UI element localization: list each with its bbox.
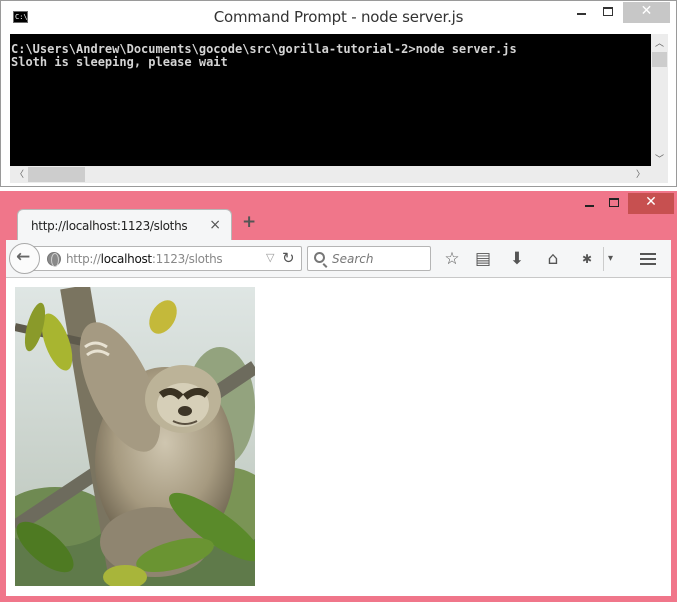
tab-close-icon[interactable]: ×: [209, 217, 221, 233]
minimize-button[interactable]: [579, 193, 601, 214]
url-prefix: http://: [66, 252, 101, 266]
menu-button[interactable]: [636, 247, 660, 271]
scroll-left-icon[interactable]: 〈: [15, 167, 24, 180]
console-line: Sloth is sleeping, please wait: [11, 55, 228, 69]
menu-icon-bar: [640, 263, 656, 265]
home-button[interactable]: ⌂: [541, 247, 565, 271]
globe-icon[interactable]: [47, 252, 61, 267]
scroll-thumb[interactable]: [652, 52, 667, 67]
back-arrow-icon: ←: [16, 247, 31, 267]
bookmark-star-button[interactable]: ☆: [440, 247, 464, 271]
close-button[interactable]: ✕: [628, 193, 674, 214]
reading-list-icon: ▤: [474, 249, 492, 269]
title-bar[interactable]: C:\. Command Prompt - node server.js ✕: [1, 1, 676, 33]
scroll-down-icon[interactable]: ﹀: [651, 152, 668, 165]
new-tab-button[interactable]: +: [242, 212, 256, 232]
minimize-icon: [577, 13, 586, 15]
search-box[interactable]: Search: [307, 246, 431, 271]
minimize-icon: [585, 205, 594, 207]
sloth-illustration: [15, 287, 255, 586]
reload-icon[interactable]: ↻: [282, 249, 295, 267]
sloth-image: [15, 287, 255, 586]
extension-icon: ✱: [581, 252, 593, 266]
maximize-icon: [609, 198, 619, 207]
scroll-thumb[interactable]: [28, 167, 85, 182]
console-output[interactable]: C:\Users\Andrew\Documents\gocode\src\gor…: [10, 34, 651, 166]
extension-dropdown-button[interactable]: ▾: [603, 247, 617, 271]
close-icon: ✕: [640, 3, 653, 19]
page-content: [6, 278, 671, 596]
extension-button[interactable]: ✱: [575, 247, 599, 271]
navigation-toolbar: http://localhost:1123/sloths ▽ ↻ ← Searc…: [6, 240, 671, 278]
menu-icon: [640, 253, 656, 255]
url-host: localhost: [100, 252, 152, 266]
minimize-button[interactable]: [569, 2, 595, 23]
command-prompt-window: C:\. Command Prompt - node server.js ✕ C…: [0, 0, 677, 187]
home-icon: ⌂: [547, 249, 559, 269]
search-icon: [314, 252, 325, 263]
url-text[interactable]: http://localhost:1123/sloths: [66, 252, 223, 266]
url-path: :1123/sloths: [151, 252, 223, 266]
browser-tab[interactable]: http://localhost:1123/sloths ×: [17, 209, 232, 241]
search-placeholder: Search: [332, 252, 374, 266]
maximize-button[interactable]: [603, 193, 625, 214]
horizontal-scrollbar[interactable]: 〈 〉: [10, 166, 651, 183]
chevron-down-icon: ▾: [607, 253, 614, 264]
tab-title: http://localhost:1123/sloths: [31, 219, 188, 233]
close-icon: ✕: [645, 194, 657, 210]
url-bar[interactable]: http://localhost:1123/sloths ▽ ↻: [26, 246, 302, 271]
maximize-icon: [603, 7, 613, 16]
scroll-up-icon[interactable]: ︿: [651, 36, 668, 49]
menu-icon-bar: [640, 258, 656, 260]
download-icon: ⬇: [509, 249, 525, 269]
close-button[interactable]: ✕: [623, 2, 670, 23]
star-icon: ☆: [444, 249, 460, 269]
url-history-dropdown-icon[interactable]: ▽: [266, 251, 274, 264]
reading-list-button[interactable]: ▤: [471, 247, 495, 271]
firefox-window: ✕ http://localhost:1123/sloths × + http:…: [0, 191, 677, 602]
back-button[interactable]: ←: [9, 243, 40, 274]
scroll-right-icon[interactable]: 〉: [636, 167, 645, 180]
downloads-button[interactable]: ⬇: [505, 247, 529, 271]
resize-grip[interactable]: [651, 166, 668, 183]
vertical-scrollbar[interactable]: ︿ ﹀: [651, 34, 668, 166]
maximize-button[interactable]: [595, 2, 621, 23]
